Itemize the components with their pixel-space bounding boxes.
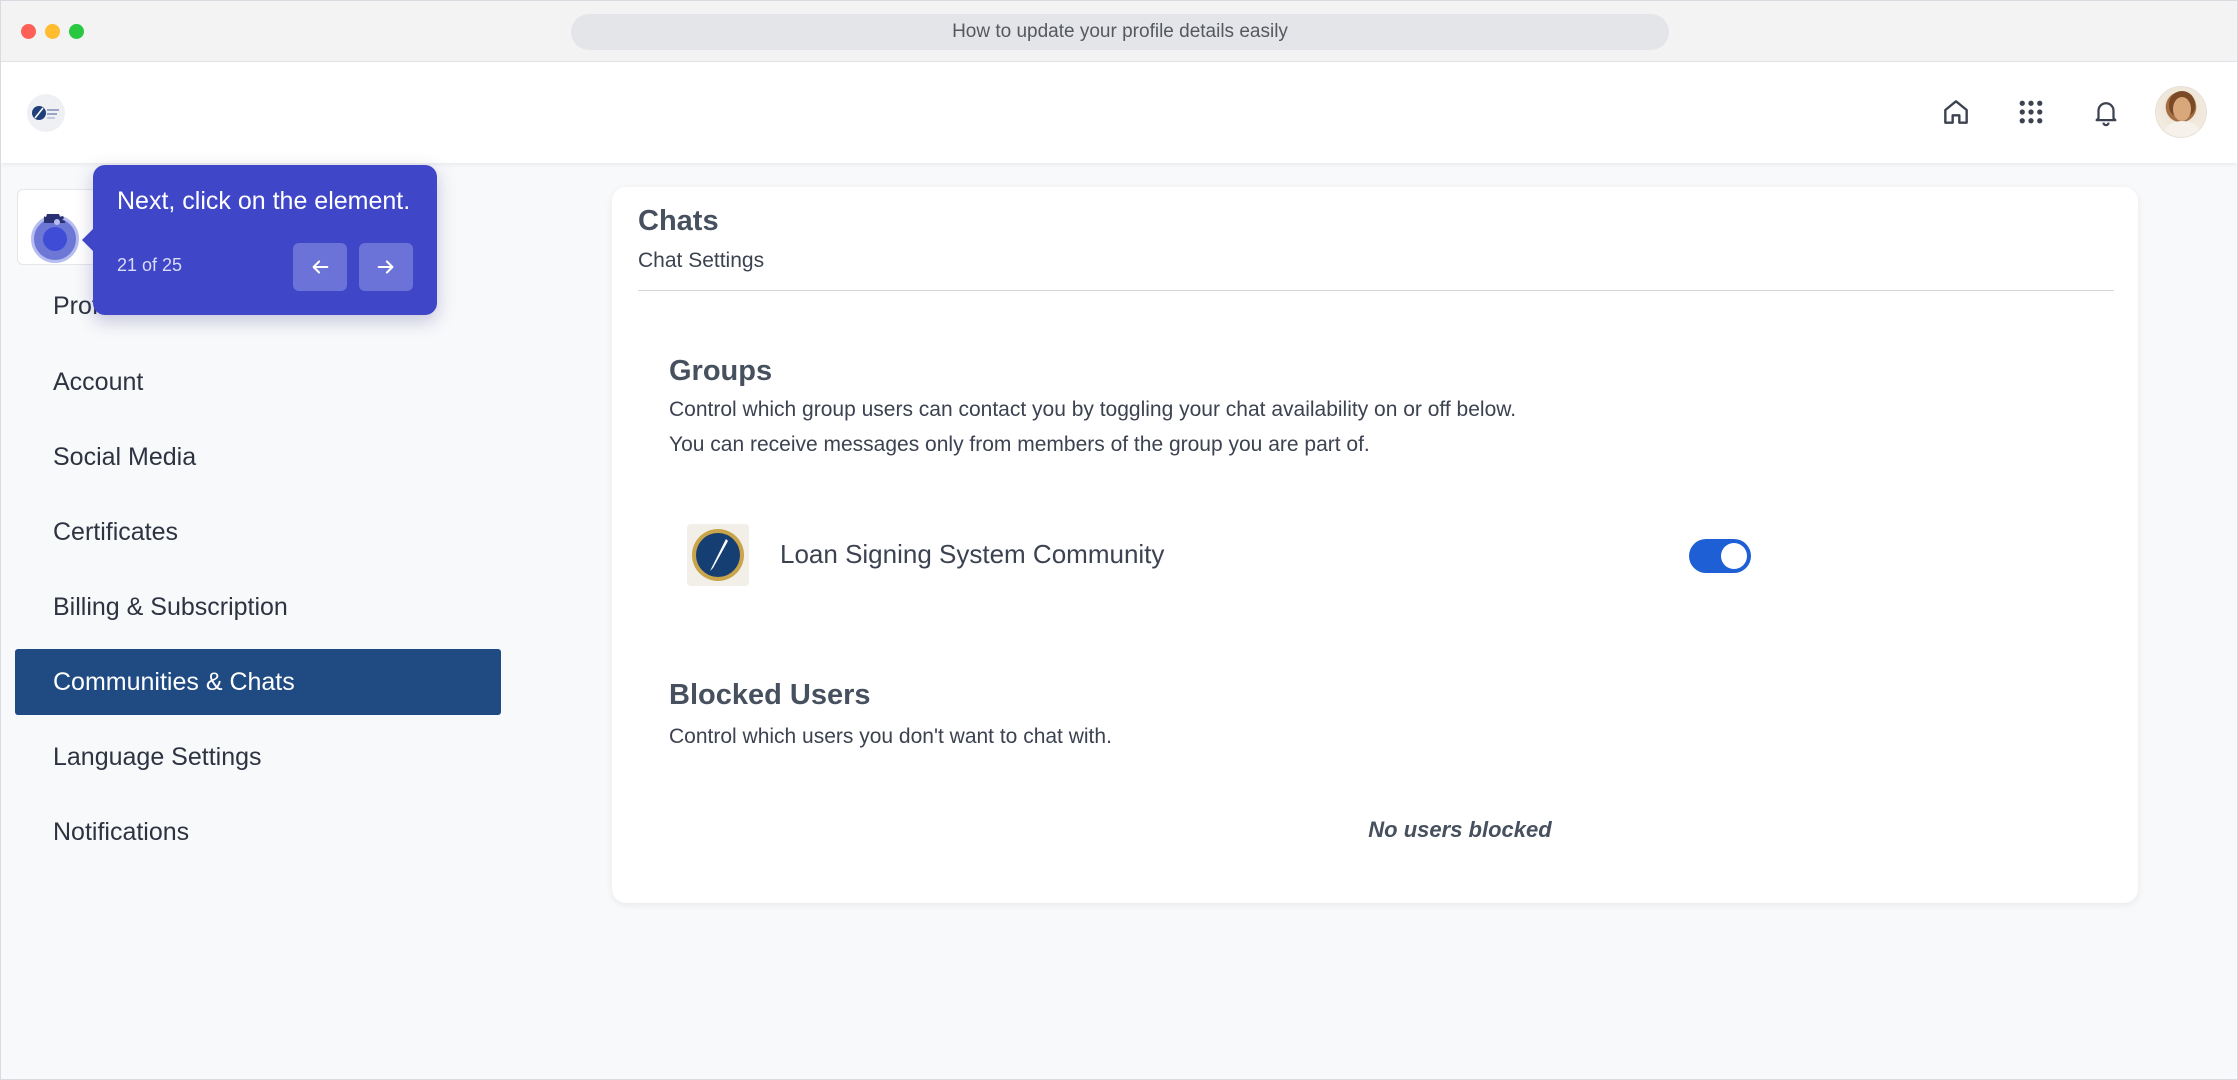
sidebar-item-certificates[interactable]: Certificates (15, 499, 501, 565)
bell-icon (2095, 102, 2117, 127)
tour-highlight-marker[interactable] (31, 214, 79, 263)
home-button[interactable] (1936, 92, 1976, 132)
toggle-knob (1721, 543, 1747, 569)
app-header (1, 62, 2237, 163)
blocked-users-description: Control which users you don't want to ch… (669, 725, 1112, 748)
maximize-window-button[interactable] (69, 24, 84, 39)
avatar-body (2164, 121, 2200, 137)
blocked-users-title: Blocked Users (669, 679, 871, 711)
sidebar-item-notifications[interactable]: Notifications (15, 799, 501, 865)
chat-settings-card: Chats Chat Settings Groups Control which… (612, 187, 2138, 903)
apps-button[interactable] (2011, 92, 2051, 132)
tooltip-step-counter: 21 of 25 (117, 255, 183, 275)
groups-title: Groups (669, 355, 773, 387)
sidebar-item-label: Billing & Subscription (53, 593, 288, 621)
page-subtitle: Chat Settings (638, 249, 765, 272)
browser-chrome: How to update your profile details easil… (1, 1, 2237, 62)
tooltip-next-button[interactable] (359, 243, 413, 291)
group-row: Loan Signing System Community (687, 524, 1777, 588)
sidebar-item-communities-chats[interactable]: Communities & Chats (15, 649, 501, 715)
group-chat-toggle[interactable] (1689, 539, 1751, 573)
tooltip-prev-button[interactable] (293, 243, 347, 291)
no-users-blocked-text: No users blocked (1368, 817, 1552, 842)
sidebar-item-label: Notifications (53, 818, 190, 846)
arrow-right-icon (377, 260, 394, 274)
logo-icon (32, 106, 59, 120)
sidebar-item-account[interactable]: Account (15, 349, 501, 415)
gear-icon (44, 214, 65, 225)
groups-description: Control which group users can contact yo… (669, 398, 1517, 456)
page-title: Chats (638, 205, 719, 237)
group-name: Loan Signing System Community (780, 539, 1165, 569)
app-logo[interactable] (27, 94, 65, 132)
sidebar-item-label: Social Media (53, 443, 197, 471)
apps-grid-icon (2019, 100, 2043, 124)
sidebar-item-label: Certificates (53, 518, 179, 546)
notifications-button[interactable] (2086, 92, 2126, 132)
close-window-button[interactable] (21, 24, 36, 39)
browser-window: How to update your profile details easil… (0, 0, 2238, 1080)
sidebar-item-social-media[interactable]: Social Media (15, 424, 501, 490)
sidebar-item-language-settings[interactable]: Language Settings (15, 724, 501, 790)
home-icon (1944, 100, 1968, 124)
sidebar-item-label: Language Settings (53, 743, 262, 771)
sidebar-item-label: Communities & Chats (53, 668, 295, 696)
avatar-face (2173, 97, 2191, 121)
user-avatar[interactable] (2155, 86, 2207, 138)
divider (638, 290, 2114, 291)
community-logo-icon (692, 529, 744, 581)
address-bar[interactable]: How to update your profile details easil… (571, 14, 1669, 50)
sidebar-item-billing[interactable]: Billing & Subscription (15, 574, 501, 640)
tooltip-title: Next, click on the element. (117, 187, 411, 215)
minimize-window-button[interactable] (45, 24, 60, 39)
sidebar-item-label: Account (53, 368, 144, 396)
arrow-left-icon (312, 260, 329, 274)
tour-tooltip: Next, click on the element. 21 of 25 (82, 165, 437, 315)
group-logo (687, 524, 749, 586)
